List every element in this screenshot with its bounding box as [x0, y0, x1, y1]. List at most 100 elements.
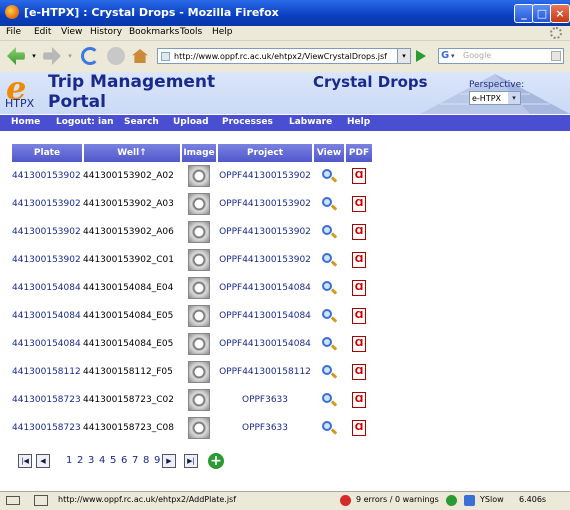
search-box[interactable]: G ▾ Google [438, 48, 564, 64]
menu-logout[interactable]: Logout: ian [56, 117, 114, 127]
crystal-thumbnail[interactable] [188, 333, 210, 355]
page-link-8[interactable]: 8 [143, 455, 149, 466]
view-cell[interactable] [313, 330, 345, 358]
crystal-thumbnail[interactable] [188, 249, 210, 271]
project-link[interactable]: OPPF441300153902 [217, 218, 313, 246]
project-link[interactable]: OPPF441300154084 [217, 330, 313, 358]
drop-image[interactable] [181, 302, 217, 330]
pdf-cell[interactable]: Ɑ [345, 218, 373, 246]
pdf-icon[interactable]: Ɑ [352, 308, 366, 324]
search-engine-dropdown[interactable]: ▾ [451, 49, 455, 63]
project-link[interactable]: OPPF3633 [217, 386, 313, 414]
status-yslow[interactable]: YSlow [480, 495, 504, 504]
address-dropdown[interactable]: ▾ [397, 49, 410, 63]
page-link-2[interactable]: 2 [77, 455, 83, 466]
pdf-cell[interactable]: Ɑ [345, 414, 373, 442]
pdf-icon[interactable]: Ɑ [352, 392, 366, 408]
forward-button[interactable] [42, 46, 62, 66]
forward-history-dropdown[interactable]: ▾ [66, 46, 74, 66]
view-cell[interactable] [313, 218, 345, 246]
crystal-thumbnail[interactable] [188, 305, 210, 327]
view-cell[interactable] [313, 358, 345, 386]
view-cell[interactable] [313, 386, 345, 414]
pdf-icon[interactable]: Ɑ [352, 280, 366, 296]
menu-bookmarks[interactable]: Bookmarks [129, 27, 179, 37]
menu-tools[interactable]: Tools [180, 27, 202, 37]
page-link-6[interactable]: 6 [121, 455, 127, 466]
pdf-cell[interactable]: Ɑ [345, 246, 373, 274]
plate-link[interactable]: 441300153902 [12, 246, 83, 274]
perspective-select[interactable]: e-HTPX ▾ [469, 91, 521, 105]
magnifier-icon[interactable] [321, 280, 338, 296]
menu-history[interactable]: History [90, 27, 122, 37]
magnifier-icon[interactable] [321, 336, 338, 352]
crystal-thumbnail[interactable] [188, 193, 210, 215]
pdf-icon[interactable]: Ɑ [352, 364, 366, 380]
project-link[interactable]: OPPF441300154084 [217, 274, 313, 302]
pdf-cell[interactable]: Ɑ [345, 386, 373, 414]
minimize-button[interactable]: _ [514, 4, 534, 23]
crystal-thumbnail[interactable] [188, 221, 210, 243]
pdf-icon[interactable]: Ɑ [352, 168, 366, 184]
magnifier-icon[interactable] [321, 252, 338, 268]
error-icon[interactable] [340, 495, 351, 506]
pdf-cell[interactable]: Ɑ [345, 190, 373, 218]
pdf-cell[interactable]: Ɑ [345, 330, 373, 358]
pdf-cell[interactable]: Ɑ [345, 302, 373, 330]
menu-edit[interactable]: Edit [34, 27, 51, 37]
magnifier-icon[interactable] [321, 168, 338, 184]
plate-link[interactable]: 441300158723 [12, 414, 83, 442]
next-page-button[interactable]: ▶ [162, 454, 176, 468]
drop-image[interactable] [181, 190, 217, 218]
project-link[interactable]: OPPF441300153902 [217, 246, 313, 274]
search-input[interactable]: Google [463, 49, 491, 63]
page-link-1[interactable]: 1 [66, 455, 72, 466]
plate-link[interactable]: 441300153902 [12, 218, 83, 246]
drop-image[interactable] [181, 386, 217, 414]
col-plate[interactable]: Plate [12, 144, 84, 162]
menu-processes[interactable]: Processes [222, 117, 273, 127]
drop-image[interactable] [181, 414, 217, 442]
page-link-7[interactable]: 7 [132, 455, 138, 466]
project-link[interactable]: OPPF441300154084 [217, 302, 313, 330]
page-link-5[interactable]: 5 [110, 455, 116, 466]
view-cell[interactable] [313, 162, 345, 190]
menu-view[interactable]: View [61, 27, 82, 37]
pdf-cell[interactable]: Ɑ [345, 162, 373, 190]
crystal-thumbnail[interactable] [188, 277, 210, 299]
close-button[interactable]: × [550, 4, 570, 23]
menu-labware[interactable]: Labware [289, 117, 332, 127]
pdf-icon[interactable]: Ɑ [352, 224, 366, 240]
col-project[interactable]: Project [217, 144, 314, 162]
drop-image[interactable] [181, 330, 217, 358]
plate-link[interactable]: 441300154084 [12, 302, 83, 330]
col-well[interactable]: Well↑ [83, 144, 182, 162]
menu-search[interactable]: Search [124, 117, 159, 127]
drop-image[interactable] [181, 358, 217, 386]
magnifier-icon[interactable] [321, 392, 338, 408]
magnifier-icon[interactable] [321, 420, 338, 436]
magnifier-icon[interactable] [321, 308, 338, 324]
view-cell[interactable] [313, 414, 345, 442]
maximize-button[interactable]: □ [532, 4, 552, 23]
drop-image[interactable] [181, 218, 217, 246]
pdf-icon[interactable]: Ɑ [352, 196, 366, 212]
pdf-icon[interactable]: Ɑ [352, 336, 366, 352]
back-button[interactable] [6, 46, 26, 66]
drop-image[interactable] [181, 274, 217, 302]
project-link[interactable]: OPPF441300153902 [217, 162, 313, 190]
yslow-icon[interactable] [464, 495, 475, 506]
search-icon[interactable] [551, 51, 561, 61]
pdf-cell[interactable]: Ɑ [345, 274, 373, 302]
view-cell[interactable] [313, 302, 345, 330]
magnifier-icon[interactable] [321, 364, 338, 380]
menu-home[interactable]: Home [11, 117, 40, 127]
crystal-thumbnail[interactable] [188, 417, 210, 439]
crystal-thumbnail[interactable] [188, 389, 210, 411]
page-link-9[interactable]: 9 [154, 455, 160, 466]
view-cell[interactable] [313, 246, 345, 274]
page-link-3[interactable]: 3 [88, 455, 94, 466]
prev-page-button[interactable]: ◀ [36, 454, 50, 468]
magnifier-icon[interactable] [321, 224, 338, 240]
page-link-4[interactable]: 4 [99, 455, 105, 466]
